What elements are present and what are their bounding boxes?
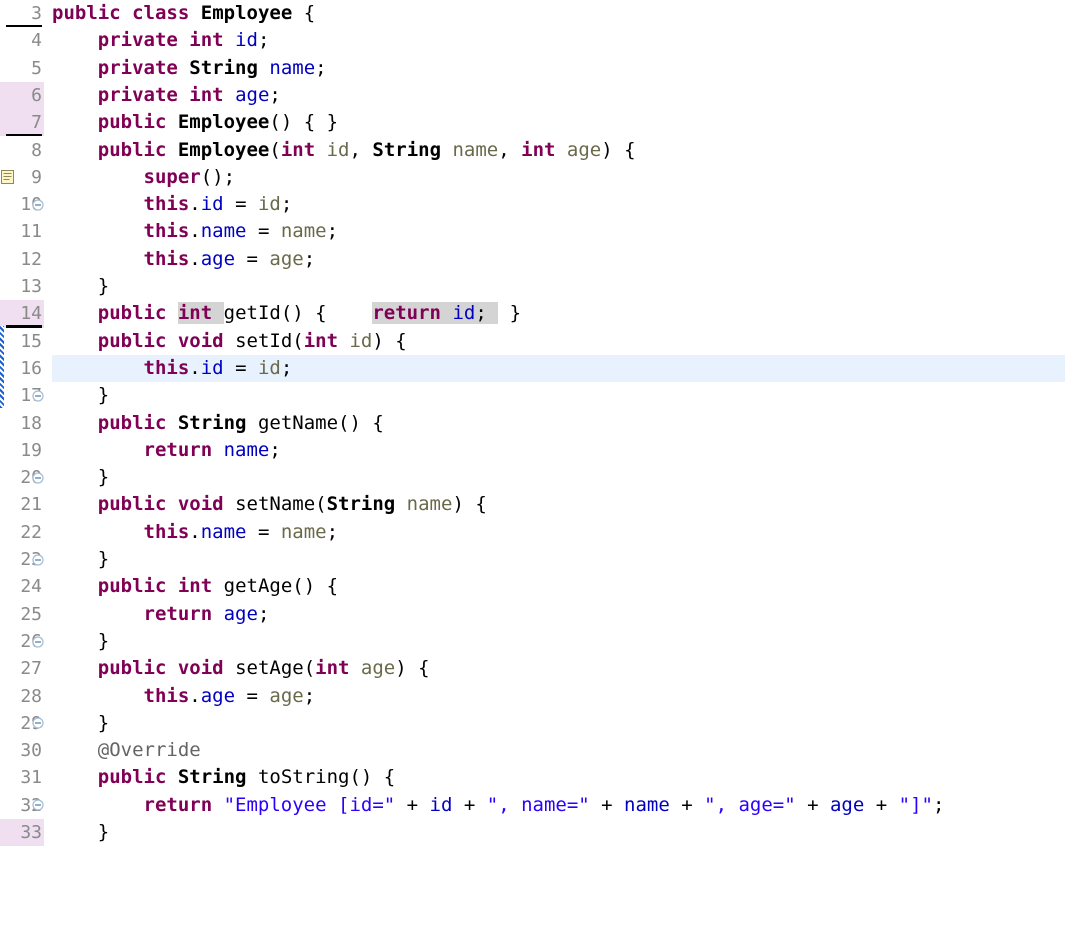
code-text: public void setName(String name) { [97, 493, 487, 516]
code-line[interactable]: 26 } [0, 628, 1065, 655]
code-line[interactable]: 3 public class Employee { [0, 0, 1065, 28]
code-line[interactable]: 7 public Employee() { } [0, 109, 1065, 185]
code-editor[interactable]: 3 public class Employee { 4 private int … [0, 0, 1065, 847]
line-number: 13 [20, 276, 42, 297]
gutter-line-number[interactable]: 6 [0, 81, 44, 110]
code-line[interactable]: 12 this.age = age; [0, 246, 1065, 273]
code-line[interactable]: 33 } [0, 819, 1065, 847]
line-number: 6 [31, 84, 42, 106]
code-line[interactable]: 10 this.id = id; [0, 191, 1065, 218]
line-number: 7 [31, 112, 42, 134]
code-line[interactable]: 5 private String name; [0, 55, 1065, 82]
code-line[interactable]: 8 public Employee(int id, String name, i… [0, 137, 1065, 211]
code-line[interactable]: 32 return "Employee [id=" + id + ", name… [0, 792, 1065, 819]
line-number: 14 [20, 303, 42, 325]
gutter-line-number[interactable]: 13 [0, 273, 44, 300]
code-line[interactable]: 4 private int id; [0, 27, 1065, 54]
code-line[interactable]: 19 return name; [0, 437, 1065, 464]
line-number: 4 [31, 30, 42, 52]
code-text: } [52, 548, 110, 570]
code-line[interactable]: 23 } [0, 546, 1065, 573]
fold-collapse-icon[interactable] [32, 663, 44, 730]
code-line[interactable]: 24 public int getAge() { [0, 573, 1065, 648]
code-text: } [52, 275, 110, 297]
code-text: private int id; [97, 29, 270, 52]
code-text: this.name = name; [143, 220, 339, 243]
code-line[interactable]: 17 } [0, 382, 1065, 409]
line-number: 5 [31, 57, 42, 79]
code-line[interactable]: 14 public int getId() { return id; } [0, 300, 1065, 328]
code-line-current[interactable]: 16 this.id = id; [0, 354, 1065, 383]
code-text: public String toString() { [97, 766, 396, 789]
code-text: public void setAge(int age) { [97, 657, 430, 680]
code-line[interactable]: 15 public void setId(int id) { [0, 328, 1065, 402]
code-line[interactable]: 28 this.age = age; [0, 683, 1065, 710]
code-text: private int age; [97, 83, 281, 106]
code-text: this.id = id; [143, 193, 293, 216]
gutter-line-number[interactable]: 5 [0, 55, 44, 82]
fold-collapse-icon[interactable] [32, 417, 44, 484]
change-marker-strip [0, 326, 4, 408]
code-line[interactable]: 13 } [0, 273, 1065, 300]
code-line[interactable]: 20 } [0, 464, 1065, 491]
code-text: this.age = age; [143, 247, 316, 270]
fold-collapse-icon[interactable] [32, 581, 44, 648]
code-line[interactable]: 27 public void setAge(int age) { [0, 655, 1065, 730]
code-text: public String getName() { [97, 411, 384, 434]
code-line[interactable]: 21 public void setName(String name) { [0, 491, 1065, 566]
code-line[interactable]: 30 @Override [0, 737, 1065, 811]
code-text: public class Employee { [52, 2, 316, 24]
code-line[interactable]: 25 return age; [0, 601, 1065, 628]
code-line[interactable]: 9 super(); [0, 164, 1065, 191]
code-line[interactable]: 22 this.name = name; [0, 519, 1065, 546]
code-text: public void setId(int id) { [97, 329, 407, 352]
code-line[interactable]: 29 } [0, 710, 1065, 737]
code-text: public Employee() { } [97, 111, 339, 134]
code-text: } [52, 466, 110, 489]
task-marker-icon[interactable] [1, 116, 14, 185]
fold-collapse-icon[interactable] [32, 335, 44, 402]
fold-collapse-icon[interactable] [32, 745, 44, 811]
code-text: return "Employee [id=" + id + ", name=" … [143, 793, 945, 816]
code-text: public Employee(int id, String name, int… [97, 138, 636, 161]
gutter-line-number[interactable]: 4 [0, 27, 44, 54]
code-line[interactable]: 6 private int age; [0, 81, 1065, 110]
code-text: public int getAge() { [97, 575, 339, 598]
code-text: private String name; [97, 56, 327, 79]
fold-collapse-icon[interactable] [32, 499, 44, 566]
line-number: 3 [31, 3, 42, 24]
code-line[interactable]: 11 this.name = name; [0, 218, 1065, 245]
gutter-line-number[interactable]: 14 [0, 300, 44, 328]
code-text: public int getId() { return id; } [97, 302, 522, 325]
code-line[interactable]: 31 public String toString() { [0, 764, 1065, 791]
code-text: } [52, 821, 110, 843]
code-line[interactable]: 18 public String getName() { [0, 410, 1065, 484]
gutter-line-number[interactable]: 3 [0, 0, 44, 28]
